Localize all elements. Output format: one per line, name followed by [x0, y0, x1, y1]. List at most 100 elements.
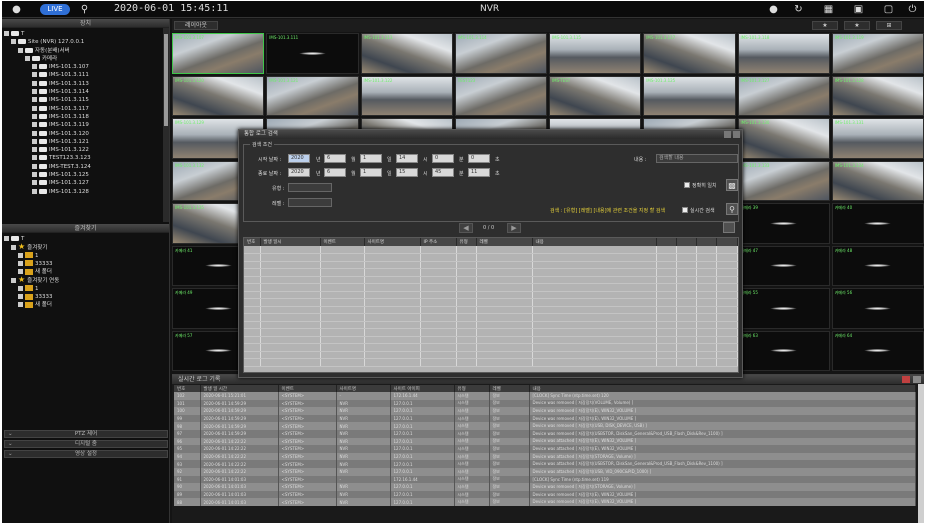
group-node[interactable]: T	[4, 235, 167, 243]
accordion-digital-zoom[interactable]: ⌄ 디지털 줌	[4, 440, 168, 448]
expand-icon[interactable]	[11, 278, 16, 284]
camera-tile[interactable]: IMS-TEST	[549, 75, 642, 116]
save-icon[interactable]: ▩	[726, 179, 738, 191]
table-row[interactable]: 100 2020-06-01 14:59:29 <SYSTEM> NVR 127.0.0…	[174, 407, 916, 415]
log-column-header[interactable]: 유형	[454, 385, 490, 392]
log-column-header[interactable]: 내용	[529, 385, 916, 392]
search-icon[interactable]: ⚲	[78, 3, 91, 16]
end-year-field[interactable]: 2020	[288, 168, 310, 177]
next-page-button[interactable]: ▶	[507, 223, 521, 233]
expand-icon[interactable]	[32, 64, 37, 70]
result-column-header[interactable]: 레벨	[476, 238, 533, 246]
expand-icon[interactable]	[18, 302, 23, 308]
result-column-header[interactable]: 이벤트	[320, 238, 365, 246]
group-node[interactable]: 1	[4, 285, 167, 293]
tree-node[interactable]: IMS-101.3.115	[4, 96, 167, 104]
expand-icon[interactable]	[18, 294, 23, 300]
camera-tile[interactable]: IMS-101.3.133	[737, 160, 830, 201]
camera-tile[interactable]: IMS-101.3.122	[360, 75, 453, 116]
log-column-header[interactable]: 사이트명	[336, 385, 391, 392]
expand-icon[interactable]	[32, 122, 37, 128]
expand-icon[interactable]	[32, 147, 37, 153]
log-column-header[interactable]: 번호	[174, 385, 201, 392]
clear-log-icon[interactable]	[902, 376, 910, 383]
close-icon[interactable]	[733, 131, 740, 138]
table-row[interactable]: 88 2020-06-01 14:01:03 <SYSTEM> NVR 127.0.0.…	[174, 498, 916, 506]
expand-icon[interactable]	[32, 188, 37, 194]
close-icon[interactable]	[913, 376, 921, 383]
expand-icon[interactable]	[32, 172, 37, 178]
table-row[interactable]: 91 2020-06-01 14:01:03 <SYSTEM> -172.16.1.4…	[174, 475, 916, 484]
table-row[interactable]: 90 2020-06-01 14:01:03 <SYSTEM> NVR 127.0.0.…	[174, 483, 916, 491]
search-button[interactable]: ⚲	[726, 203, 738, 215]
tree-node[interactable]: IMS-101.3.121	[4, 138, 167, 146]
prev-page-button[interactable]: ◀	[459, 223, 473, 233]
camera-tile[interactable]: 카메라 56	[831, 288, 924, 329]
camera-tile[interactable]: IMS-101.3.111	[266, 33, 359, 74]
export-icon[interactable]	[723, 222, 735, 233]
table-row[interactable]: 92 2020-06-01 14:22:22 <SYSTEM> NVR 127.0.0.…	[174, 467, 916, 476]
expand-icon[interactable]	[32, 97, 37, 103]
expand-icon[interactable]	[32, 89, 37, 95]
tree-node[interactable]: IMS-101.3.128	[4, 188, 167, 196]
start-day-field[interactable]: 1	[360, 154, 382, 163]
result-column-header[interactable]	[656, 238, 677, 246]
start-minute-field[interactable]: 0	[432, 154, 454, 163]
result-column-header[interactable]	[716, 238, 738, 246]
end-month-field[interactable]: 6	[324, 168, 346, 177]
group-node[interactable]: 새 폴더	[4, 268, 167, 276]
start-month-field[interactable]: 6	[324, 154, 346, 163]
expand-icon[interactable]	[32, 138, 37, 144]
log-scrollbar[interactable]	[918, 384, 924, 523]
exact-match-checkbox[interactable]	[684, 182, 690, 188]
maximize-icon[interactable]	[724, 131, 731, 138]
camera-tile[interactable]: IMS-101.3.134	[831, 160, 924, 201]
end-day-field[interactable]: 1	[360, 168, 382, 177]
camera-tile[interactable]: IMS-101.3.127	[737, 75, 830, 116]
camera-tile[interactable]: IMS-101.3.115	[549, 33, 642, 74]
result-column-header[interactable]: 사이트명	[364, 238, 421, 246]
expand-icon[interactable]	[18, 285, 23, 291]
log-column-header[interactable]: 레벨	[489, 385, 530, 392]
start-hour-field[interactable]: 14	[396, 154, 418, 163]
tree-node[interactable]: TEST123.3.123	[4, 154, 167, 162]
camera-tile[interactable]: IMS-101.3.113	[360, 33, 453, 74]
table-row[interactable]: 97 2020-06-01 14:59:29 <SYSTEM> NVR 127.0.0.…	[174, 429, 916, 438]
accordion-video-settings[interactable]: ⌄ 영상 설정	[4, 450, 168, 458]
realtime-search-checkbox[interactable]	[682, 207, 688, 213]
tree-node[interactable]: IMS-101.3.113	[4, 80, 167, 88]
expand-icon[interactable]	[32, 163, 37, 169]
log-column-header[interactable]: 발생 일 시간	[200, 385, 279, 392]
camera-tile[interactable]: 카메라 48	[831, 245, 924, 286]
expand-icon[interactable]	[18, 252, 23, 258]
tree-node[interactable]: IMS-101.3.127	[4, 179, 167, 187]
tree-node[interactable]: IMS-101.3.117	[4, 105, 167, 113]
end-second-field[interactable]: 11	[468, 168, 490, 177]
result-column-header[interactable]	[696, 238, 717, 246]
camera-tile[interactable]: IMS-101.3.125	[643, 75, 736, 116]
refresh-icon[interactable]: ↻	[792, 3, 805, 16]
monitor-icon[interactable]: ▢	[882, 3, 895, 16]
log-column-header[interactable]: 사이트 아이피	[390, 385, 455, 392]
expand-icon[interactable]	[32, 113, 37, 119]
expand-icon[interactable]	[32, 130, 37, 136]
camera-tile[interactable]: IMS-101.3.119	[831, 33, 924, 74]
table-row[interactable]: 96 2020-06-01 14:22:22 <SYSTEM> NVR 127.0.0.…	[174, 437, 916, 446]
tree-node[interactable]: IMS-101.3.114	[4, 88, 167, 96]
layout-tab[interactable]: 레이아웃	[174, 21, 218, 30]
favorite-button-1[interactable]: ★	[812, 21, 838, 30]
expand-icon[interactable]	[32, 72, 37, 78]
group-node[interactable]: 새 폴더	[4, 301, 167, 309]
tree-node[interactable]: IMS-101.3.119	[4, 121, 167, 129]
camera-tile[interactable]: IMS-101.3.121	[266, 75, 359, 116]
table-row[interactable]: 98 2020-06-01 14:59:29 <SYSTEM> NVR 127.0.0.…	[174, 422, 916, 430]
tree-node[interactable]: IMS-101.3.120	[4, 130, 167, 138]
log-column-header[interactable]: 이벤트	[278, 385, 337, 392]
type-select[interactable]	[288, 183, 332, 192]
result-column-header[interactable]: IP 주소	[420, 238, 457, 246]
group-node[interactable]: 33333	[4, 260, 167, 268]
expand-icon[interactable]	[18, 260, 23, 266]
power-icon[interactable]: ⏻	[906, 3, 919, 16]
camera-tile[interactable]: IMS-101.3.107	[172, 33, 265, 74]
layout-icon[interactable]: ▦	[822, 3, 835, 16]
